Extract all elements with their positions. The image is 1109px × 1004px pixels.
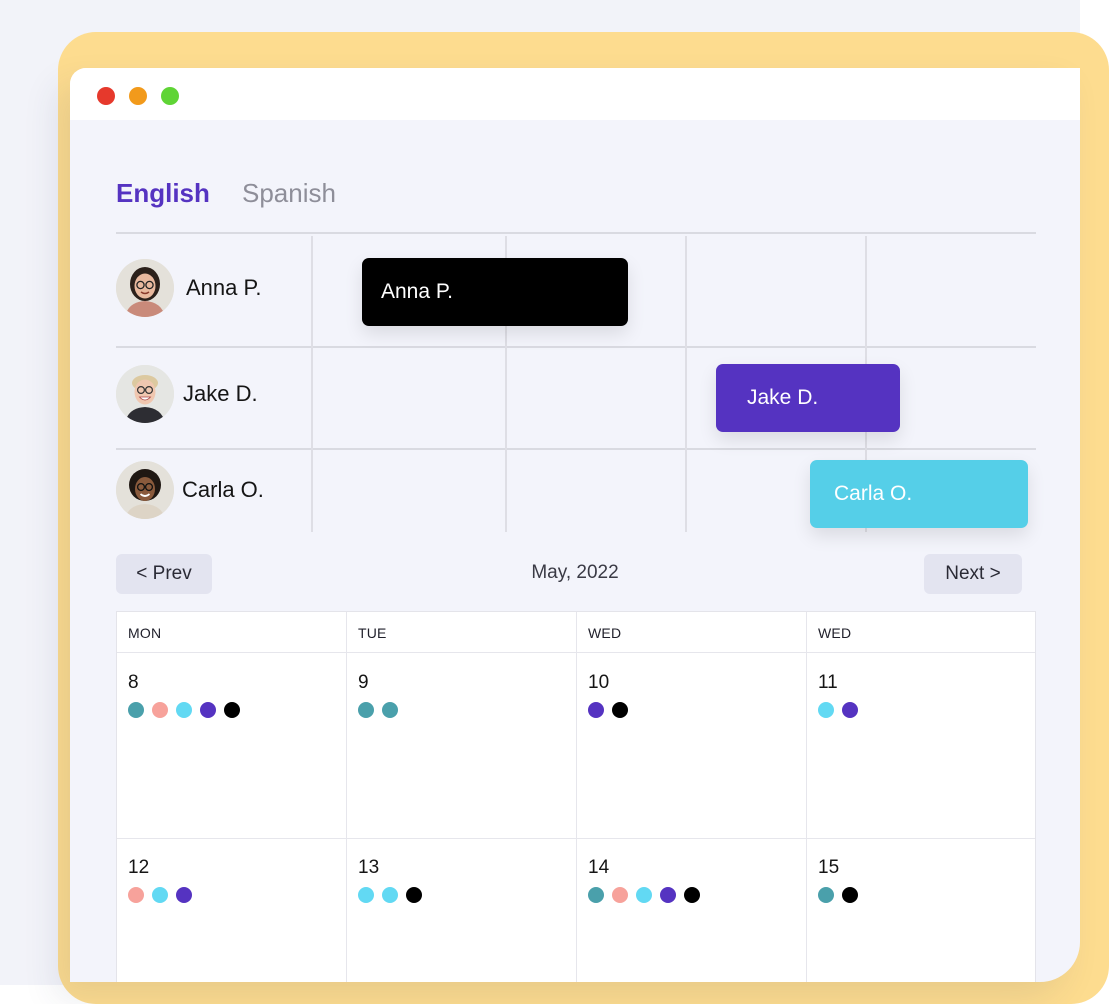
schedule-bar-jake[interactable]: Jake D.: [716, 364, 900, 432]
day-number: 9: [358, 672, 369, 693]
calendar-day-cell[interactable]: 12: [128, 857, 338, 917]
day-number: 11: [818, 672, 838, 693]
calendar-day-cell[interactable]: 8: [128, 672, 338, 732]
schedule-divider: [116, 448, 1036, 450]
event-dot-black[interactable]: [612, 702, 628, 718]
schedule-bar-anna[interactable]: Anna P.: [362, 258, 628, 326]
day-number: 13: [358, 857, 380, 878]
schedule-divider: [116, 346, 1036, 348]
event-dot-teal[interactable]: [128, 702, 144, 718]
event-dots: [358, 887, 422, 903]
person-name: Jake D.: [183, 381, 258, 406]
day-number: 15: [818, 857, 840, 878]
calendar-day-cell[interactable]: 9: [358, 672, 568, 732]
man-blond-avatar-icon: [116, 365, 174, 423]
event-dots: [588, 702, 628, 718]
window-titlebar: [70, 68, 1080, 120]
event-dot-purple[interactable]: [842, 702, 858, 718]
event-dot-purple[interactable]: [588, 702, 604, 718]
event-dot-cyan[interactable]: [358, 887, 374, 903]
prev-month-button[interactable]: < Prev: [116, 554, 212, 594]
day-number: 12: [128, 857, 150, 878]
calendar-row-line: [117, 838, 1035, 839]
maximize-window-button[interactable]: [161, 87, 179, 105]
woman-curly-avatar-icon: [116, 461, 174, 519]
event-dot-pink[interactable]: [612, 887, 628, 903]
event-dot-cyan[interactable]: [636, 887, 652, 903]
event-dot-teal[interactable]: [818, 887, 834, 903]
calendar-day-cell[interactable]: 10: [588, 672, 798, 732]
event-dots: [128, 702, 240, 718]
day-number: 14: [588, 857, 610, 878]
event-dots: [128, 887, 192, 903]
event-dot-teal[interactable]: [358, 702, 374, 718]
tab-english[interactable]: English: [116, 178, 210, 209]
event-dots: [818, 702, 858, 718]
event-dot-teal[interactable]: [588, 887, 604, 903]
event-dot-black[interactable]: [842, 887, 858, 903]
person-anna: Anna P.: [116, 259, 306, 319]
event-dot-purple[interactable]: [200, 702, 216, 718]
event-dot-cyan[interactable]: [152, 887, 168, 903]
day-name: WED: [818, 625, 852, 641]
event-dots: [818, 887, 858, 903]
person-jake: Jake D.: [116, 365, 306, 425]
event-dot-pink[interactable]: [152, 702, 168, 718]
person-name: Anna P.: [186, 275, 262, 300]
schedule-bar-carla[interactable]: Carla O.: [810, 460, 1028, 528]
event-dot-black[interactable]: [406, 887, 422, 903]
tutor-schedule: Anna P. Jake D. Carla O. Anna P. Jake D.…: [116, 232, 1036, 534]
calendar-column-line: [576, 612, 577, 982]
event-dot-purple[interactable]: [660, 887, 676, 903]
day-number: 10: [588, 672, 610, 693]
current-month-label: May, 2022: [531, 562, 619, 583]
calendar-grid: MON TUE WED WED 8 9 10 11 12 13 14 15: [116, 611, 1036, 982]
person-name: Carla O.: [182, 477, 264, 502]
day-number: 8: [128, 672, 139, 693]
calendar-day-cell[interactable]: 13: [358, 857, 568, 917]
event-dot-cyan[interactable]: [176, 702, 192, 718]
tab-spanish[interactable]: Spanish: [242, 178, 336, 209]
calendar-day-cell[interactable]: 11: [818, 672, 1028, 732]
event-dot-teal[interactable]: [382, 702, 398, 718]
event-dots: [358, 702, 398, 718]
calendar-column-line: [806, 612, 807, 982]
event-dot-black[interactable]: [684, 887, 700, 903]
event-dot-pink[interactable]: [128, 887, 144, 903]
app-window: English Spanish Anna P. Jake D. Carla O.…: [70, 68, 1080, 982]
event-dot-black[interactable]: [224, 702, 240, 718]
schedule-divider: [116, 232, 1036, 234]
day-name: WED: [588, 625, 622, 641]
schedule-column-line: [311, 236, 313, 532]
event-dots: [588, 887, 700, 903]
woman-glasses-avatar-icon: [116, 259, 174, 317]
calendar-column-line: [346, 612, 347, 982]
calendar-day-cell[interactable]: 15: [818, 857, 1028, 917]
event-dot-cyan[interactable]: [818, 702, 834, 718]
close-window-button[interactable]: [97, 87, 115, 105]
minimize-window-button[interactable]: [129, 87, 147, 105]
schedule-column-line: [685, 236, 687, 532]
event-dot-cyan[interactable]: [382, 887, 398, 903]
person-carla: Carla O.: [116, 461, 306, 521]
calendar-day-cell[interactable]: 14: [588, 857, 798, 917]
event-dot-purple[interactable]: [176, 887, 192, 903]
day-name: MON: [128, 625, 162, 641]
next-month-button[interactable]: Next >: [924, 554, 1022, 594]
day-name: TUE: [358, 625, 387, 641]
